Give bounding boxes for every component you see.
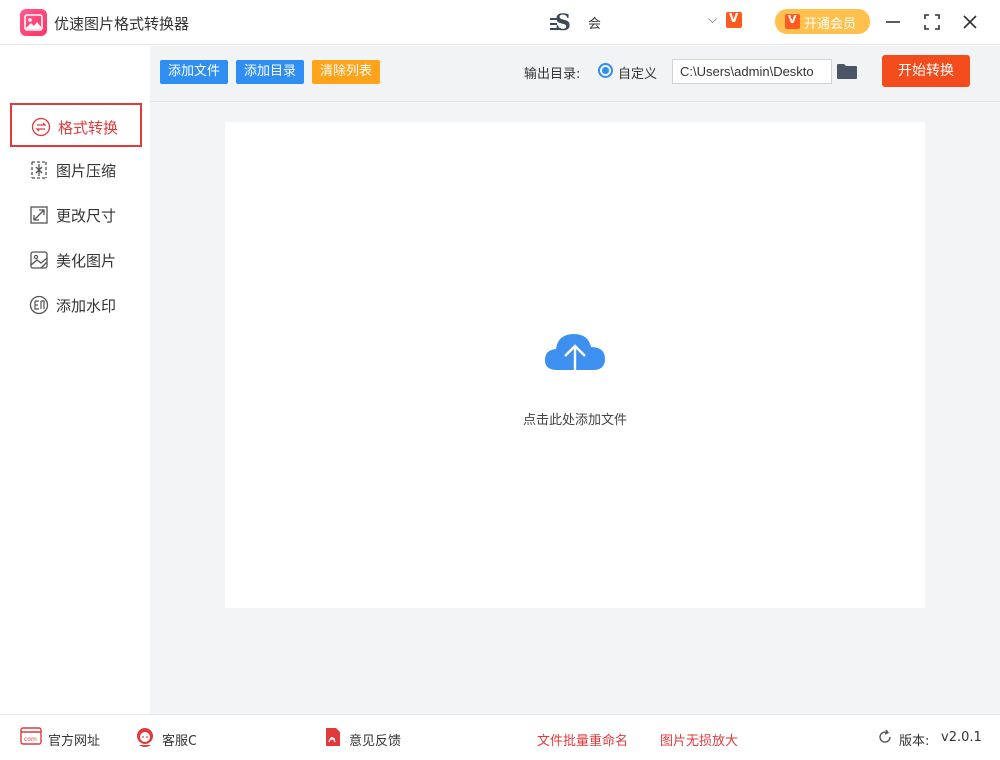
close-icon[interactable] [958,10,982,34]
customer-service-icon [137,728,153,747]
chevron-down-icon[interactable]: ⌵ [708,12,717,27]
open-vip-button[interactable]: V 开通会员 [775,9,870,34]
redacted-area [196,729,290,745]
user-name: 会 [588,17,602,32]
version-label: 版本: [899,734,930,749]
add-file-button[interactable]: 添加文件 [160,60,229,84]
sidebar-item-label: 图片压缩 [56,162,117,180]
app-logo [20,9,47,36]
file-drop-zone[interactable]: 点击此处添加文件 [225,122,925,608]
sidebar-item-label: 添加水印 [56,297,117,315]
feedback-icon [326,728,340,746]
batch-rename-link[interactable]: 文件批量重命名 [537,730,628,749]
compress-icon [31,161,47,179]
sidebar-item-resize[interactable]: 更改尺寸 [10,193,142,237]
svg-text:S: S [555,10,571,34]
convert-icon [31,117,51,137]
user-vip-badge-icon: V [726,11,742,28]
custom-dir-radio[interactable] [598,63,613,78]
website-icon: com [20,727,42,745]
sidebar-item-label: 美化图片 [56,252,117,270]
clear-list-button[interactable]: 清除列表 [312,60,381,84]
maximize-icon[interactable] [920,10,944,34]
output-dir-label: 输出目录: [524,67,581,82]
user-logo-icon: S [550,10,571,34]
footer: com 官方网址 客服C 意见反馈 文件批量重命名 图片无损放大 版本: v2.… [0,714,1000,760]
drop-zone-hint: 点击此处添加文件 [522,413,627,428]
resize-icon [30,206,48,224]
sidebar-item-label: 更改尺寸 [56,207,117,225]
vip-button-label: 开通会员 [804,17,857,32]
feedback-link[interactable]: 意见反馈 [349,730,401,749]
customer-service-link[interactable]: 客服C [162,730,197,749]
lossless-upscale-link[interactable]: 图片无损放大 [660,730,738,749]
sidebar-item-beautify[interactable]: 美化图片 [10,238,142,282]
title-bar: 优速图片格式转换器 S 会 ⌵ V V 开通会员 [0,0,1000,45]
vip-icon: V [785,13,800,29]
toolbar: 添加文件 添加目录 清除列表 输出目录: 自定义 C:\Users\admin\… [150,46,1000,102]
svg-text:com: com [24,736,37,743]
add-folder-button[interactable]: 添加目录 [236,60,305,84]
user-vip-badge-letter: V [729,11,739,25]
watermark-icon [29,295,49,315]
app-title: 优速图片格式转换器 [54,15,190,33]
sidebar-item-format-convert[interactable]: 格式转换 [10,103,142,147]
sidebar-item-compress[interactable]: 图片压缩 [10,148,142,192]
folder-icon[interactable] [836,62,858,80]
output-path-field[interactable]: C:\Users\admin\Deskto [672,59,832,84]
sidebar-item-watermark[interactable]: 添加水印 [10,283,142,327]
version-value: v2.0.1 [941,730,982,745]
beautify-icon [30,251,48,269]
vip-icon-letter: V [788,13,797,26]
refresh-icon [879,729,891,743]
start-convert-button[interactable]: 开始转换 [882,55,970,87]
minimize-icon[interactable] [881,10,905,34]
main-area: 点击此处添加文件 [150,102,1000,714]
custom-dir-label: 自定义 [618,67,658,82]
cloud-upload-icon [545,334,605,382]
sidebar-item-label: 格式转换 [58,119,119,137]
sidebar: 格式转换 图片压缩 更改尺寸 美化图片 添加水印 [0,46,150,714]
website-link[interactable]: 官方网址 [48,730,100,749]
